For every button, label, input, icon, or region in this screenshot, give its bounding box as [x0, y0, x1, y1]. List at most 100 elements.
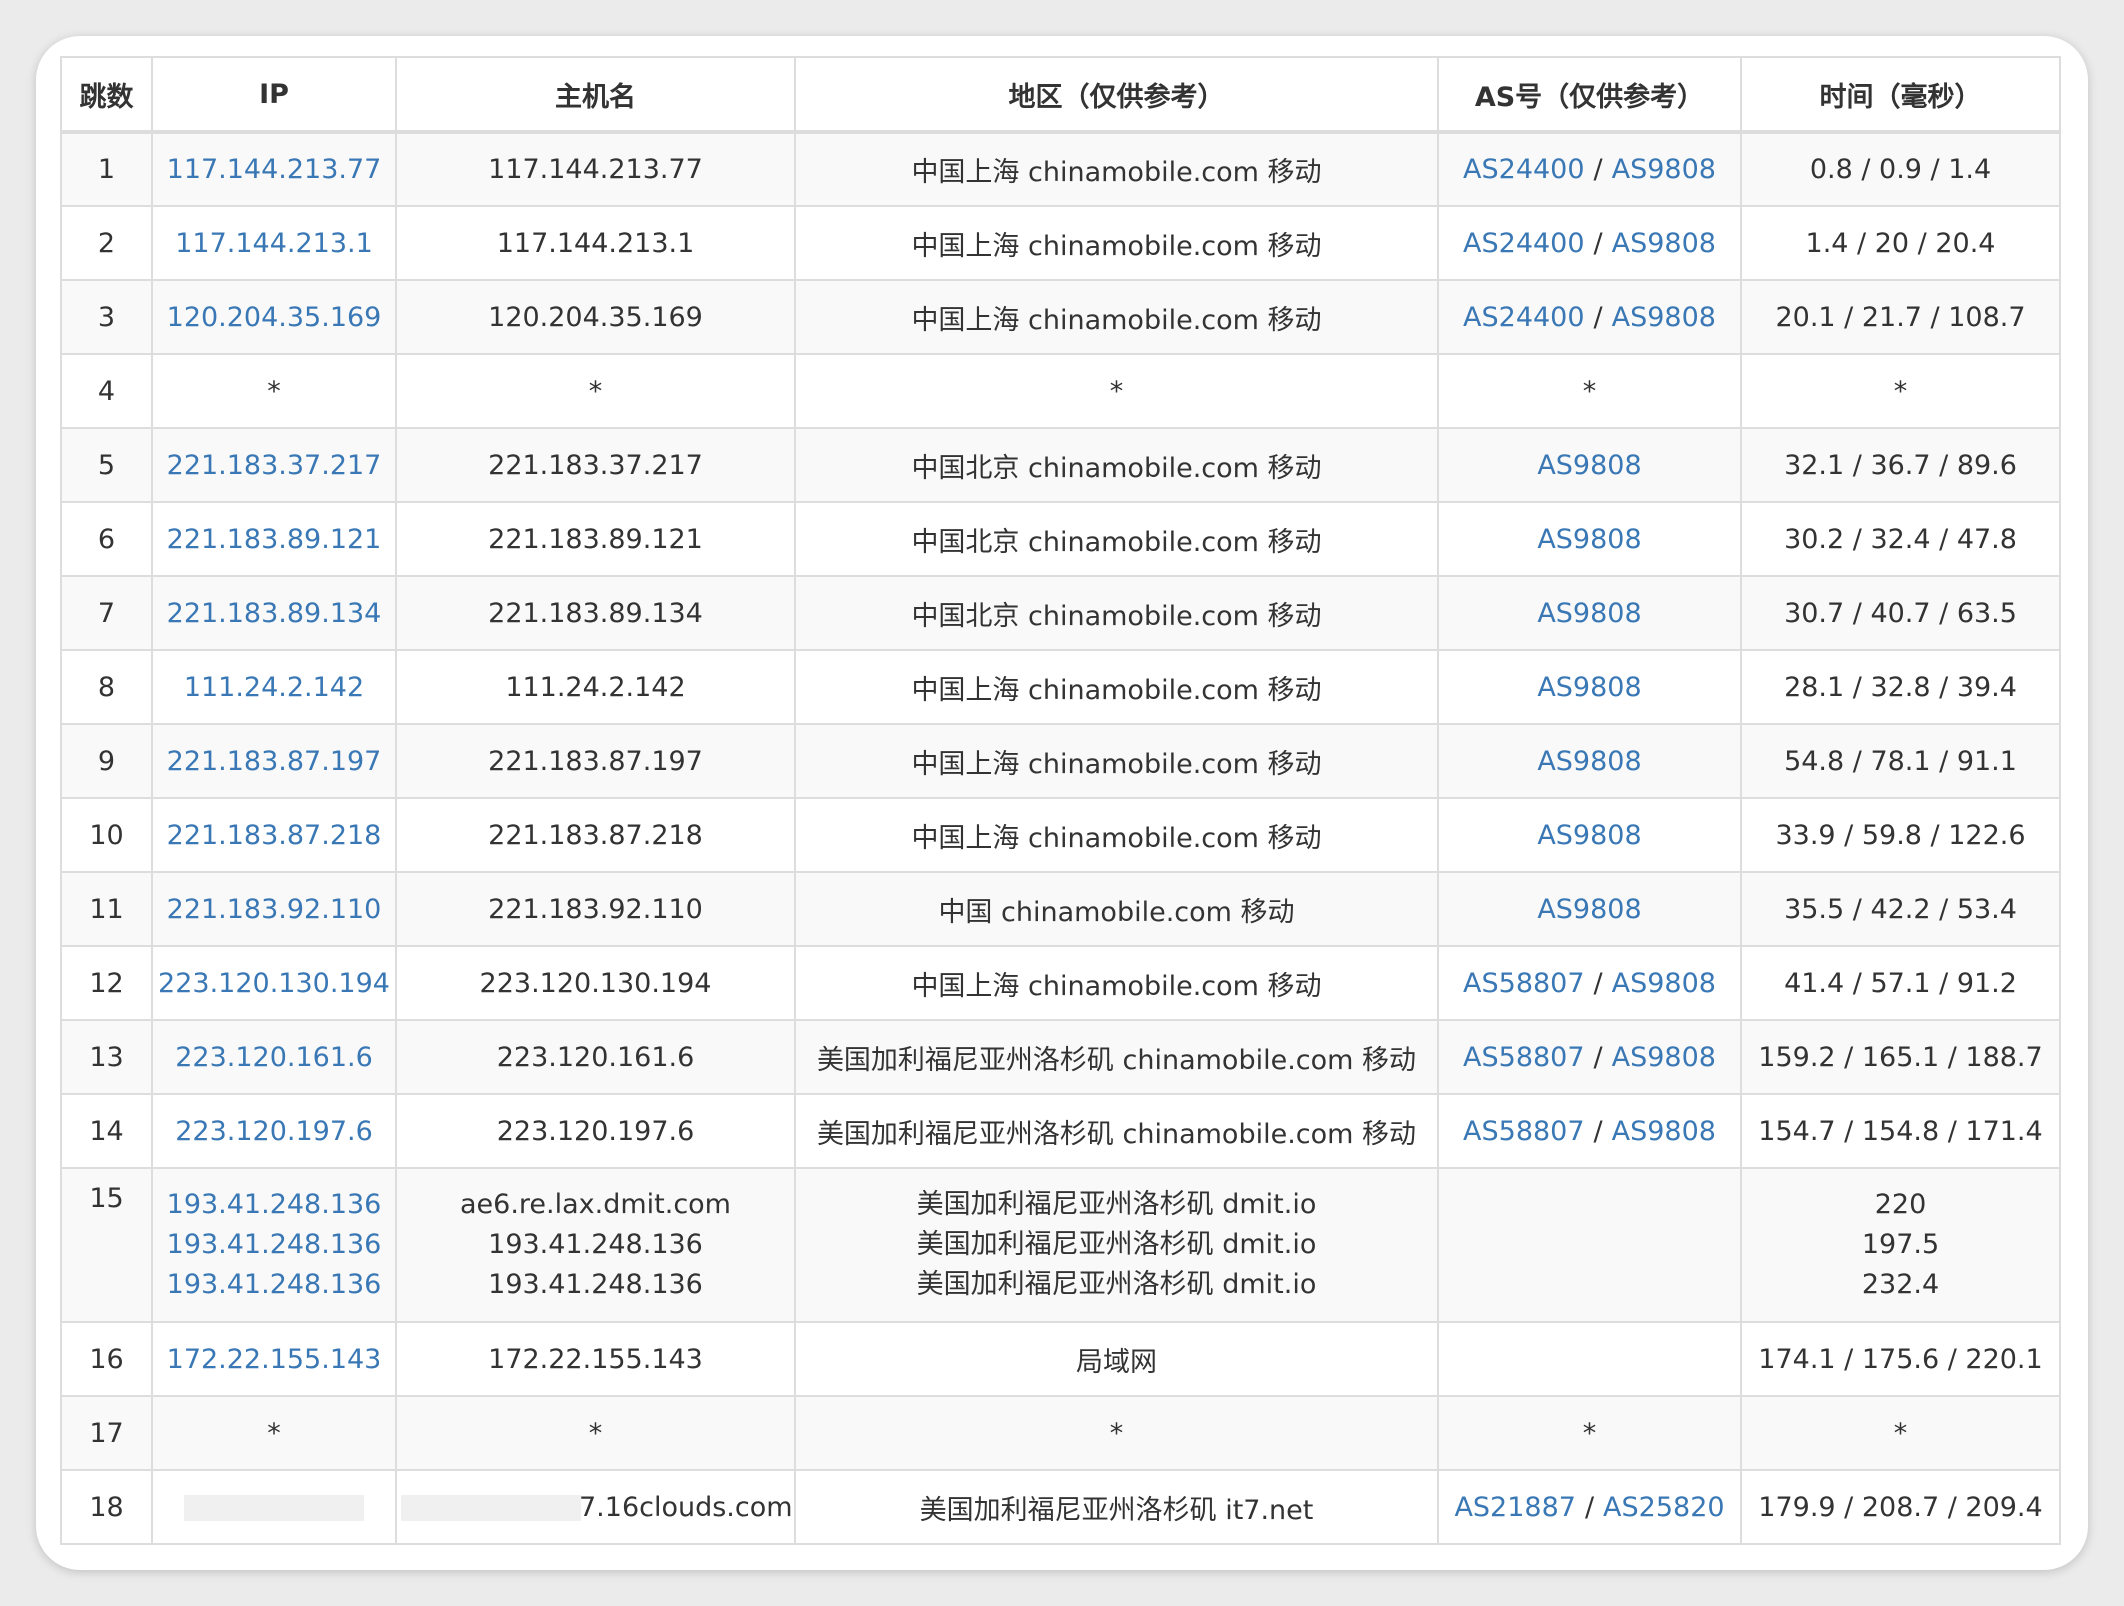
asn-link[interactable]: AS9808 — [1612, 154, 1716, 185]
asn-link[interactable]: AS58807 — [1463, 1042, 1585, 1073]
table-row: 1 117.144.213.77 117.144.213.77 中国上海 chi… — [60, 131, 2061, 207]
asn-link[interactable]: AS9808 — [1612, 302, 1716, 333]
hop-cell: 3 — [60, 279, 153, 355]
ip-link[interactable]: 172.22.155.143 — [167, 1344, 382, 1375]
asn-link[interactable]: AS9808 — [1612, 1042, 1716, 1073]
table-row: 6 221.183.89.121 221.183.89.121 中国北京 chi… — [60, 501, 2061, 577]
hop-cell: 7 — [60, 575, 153, 651]
asn-link[interactable]: AS25820 — [1603, 1492, 1725, 1523]
time-line: 197.5 — [1861, 1229, 1940, 1260]
ip-link[interactable]: 223.120.197.6 — [175, 1116, 373, 1147]
hostname-cell: 221.183.89.121 — [395, 501, 796, 577]
asn-cell: * — [1437, 353, 1742, 429]
redacted-hostname-prefix — [401, 1495, 581, 1521]
hop-cell: 13 — [60, 1019, 153, 1095]
asn-link[interactable]: AS9808 — [1537, 598, 1641, 629]
ip-link[interactable]: 221.183.92.110 — [167, 894, 382, 925]
ip-cell: 117.144.213.1 — [151, 205, 397, 281]
asn-cell: AS24400 / AS9808 — [1437, 205, 1742, 281]
hop-cell: 5 — [60, 427, 153, 503]
ip-cell: 193.41.248.136 193.41.248.136 193.41.248… — [151, 1167, 397, 1323]
asn-link[interactable]: AS9808 — [1612, 1116, 1716, 1147]
asn-cell — [1437, 1321, 1742, 1397]
hop-cell: 17 — [60, 1395, 153, 1471]
region-cell: 中国上海 chinamobile.com 移动 — [794, 205, 1439, 281]
ip-link[interactable]: 221.183.87.218 — [167, 820, 382, 851]
asn-link[interactable]: AS58807 — [1463, 1116, 1585, 1147]
asn-link[interactable]: AS9808 — [1537, 894, 1641, 925]
hop-cell: 15 — [60, 1167, 153, 1323]
ip-link[interactable]: 221.183.89.121 — [167, 524, 382, 555]
ip-link[interactable]: 120.204.35.169 — [167, 302, 382, 333]
ip-link[interactable]: 221.183.89.134 — [167, 598, 382, 629]
asn-cell — [1437, 1167, 1742, 1323]
hostname-cell: 111.24.2.142 — [395, 649, 796, 725]
asn-link[interactable]: AS9808 — [1612, 968, 1716, 999]
hostname-suffix: 7.16clouds.com — [579, 1491, 793, 1523]
header-hop: 跳数 — [60, 56, 153, 134]
time-cell: 32.1 / 36.7 / 89.6 — [1740, 427, 2061, 503]
asn-cell: AS58807 / AS9808 — [1437, 1019, 1742, 1095]
hop-cell: 16 — [60, 1321, 153, 1397]
asn-cell: AS9808 — [1437, 575, 1742, 651]
ip-link[interactable]: 221.183.87.197 — [167, 746, 382, 777]
hostname-cell: * — [395, 353, 796, 429]
asn-link[interactable]: AS24400 — [1463, 228, 1585, 259]
time-cell: 41.4 / 57.1 / 91.2 — [1740, 945, 2061, 1021]
asn-cell: AS9808 — [1437, 723, 1742, 799]
ip-link[interactable]: 193.41.248.136 — [167, 1269, 382, 1300]
hop-cell: 6 — [60, 501, 153, 577]
ip-link[interactable]: 193.41.248.136 — [167, 1229, 382, 1260]
asn-link[interactable]: AS9808 — [1537, 450, 1641, 481]
time-cell: 1.4 / 20 / 20.4 — [1740, 205, 2061, 281]
ip-link[interactable]: 117.144.213.1 — [175, 228, 373, 259]
table-row: 16 172.22.155.143 172.22.155.143 局域网 174… — [60, 1321, 2061, 1397]
asn-link[interactable]: AS24400 — [1463, 154, 1585, 185]
asn-link[interactable]: AS9808 — [1537, 820, 1641, 851]
region-cell: 中国上海 chinamobile.com 移动 — [794, 131, 1439, 207]
asn-separator: / — [1593, 301, 1603, 333]
hostname-cell: 223.120.197.6 — [395, 1093, 796, 1169]
region-cell: 美国加利福尼亚州洛杉矶 chinamobile.com 移动 — [794, 1019, 1439, 1095]
asn-cell: * — [1437, 1395, 1742, 1471]
asn-cell: AS24400 / AS9808 — [1437, 131, 1742, 207]
ip-cell: 172.22.155.143 — [151, 1321, 397, 1397]
time-cell: 159.2 / 165.1 / 188.7 — [1740, 1019, 2061, 1095]
table-row: 2 117.144.213.1 117.144.213.1 中国上海 china… — [60, 205, 2061, 281]
asn-link[interactable]: AS9808 — [1537, 672, 1641, 703]
ip-link[interactable]: 193.41.248.136 — [167, 1189, 382, 1220]
table-row: 8 111.24.2.142 111.24.2.142 中国上海 chinamo… — [60, 649, 2061, 725]
hop-cell: 14 — [60, 1093, 153, 1169]
hop-cell: 10 — [60, 797, 153, 873]
hostname-cell: 221.183.37.217 — [395, 427, 796, 503]
asn-link[interactable]: AS21887 — [1454, 1492, 1576, 1523]
ip-link[interactable]: 111.24.2.142 — [184, 672, 364, 703]
time-cell: * — [1740, 1395, 2061, 1471]
ip-cell: 111.24.2.142 — [151, 649, 397, 725]
time-line: 220 — [1874, 1189, 1927, 1220]
asn-link[interactable]: AS9808 — [1537, 746, 1641, 777]
asn-link[interactable]: AS24400 — [1463, 302, 1585, 333]
region-line: 美国加利福尼亚州洛杉矶 dmit.io — [916, 1229, 1317, 1260]
region-cell: 中国北京 chinamobile.com 移动 — [794, 427, 1439, 503]
region-cell: 中国 chinamobile.com 移动 — [794, 871, 1439, 947]
ip-link[interactable]: 223.120.130.194 — [158, 968, 390, 999]
hostname-line: 193.41.248.136 — [488, 1269, 703, 1300]
ip-link[interactable]: 117.144.213.77 — [167, 154, 382, 185]
ip-link[interactable]: 223.120.161.6 — [175, 1042, 373, 1073]
asn-cell: AS9808 — [1437, 501, 1742, 577]
header-row: 跳数 IP 主机名 地区（仅供参考） AS号（仅供参考） 时间（毫秒） — [60, 56, 2061, 134]
hop-cell: 9 — [60, 723, 153, 799]
ip-link[interactable]: 221.183.37.217 — [167, 450, 382, 481]
asn-link[interactable]: AS58807 — [1463, 968, 1585, 999]
asn-separator: / — [1593, 1041, 1603, 1073]
hop-cell: 1 — [60, 131, 153, 207]
ip-cell: 221.183.89.134 — [151, 575, 397, 651]
hostname-cell: 223.120.161.6 — [395, 1019, 796, 1095]
hop-cell: 12 — [60, 945, 153, 1021]
traceroute-table: 跳数 IP 主机名 地区（仅供参考） AS号（仅供参考） 时间（毫秒） 1 11… — [60, 56, 2061, 1545]
asn-separator: / — [1593, 154, 1603, 185]
region-cell: 美国加利福尼亚州洛杉矶 it7.net — [794, 1469, 1439, 1545]
asn-link[interactable]: AS9808 — [1537, 524, 1641, 555]
asn-link[interactable]: AS9808 — [1612, 228, 1716, 259]
